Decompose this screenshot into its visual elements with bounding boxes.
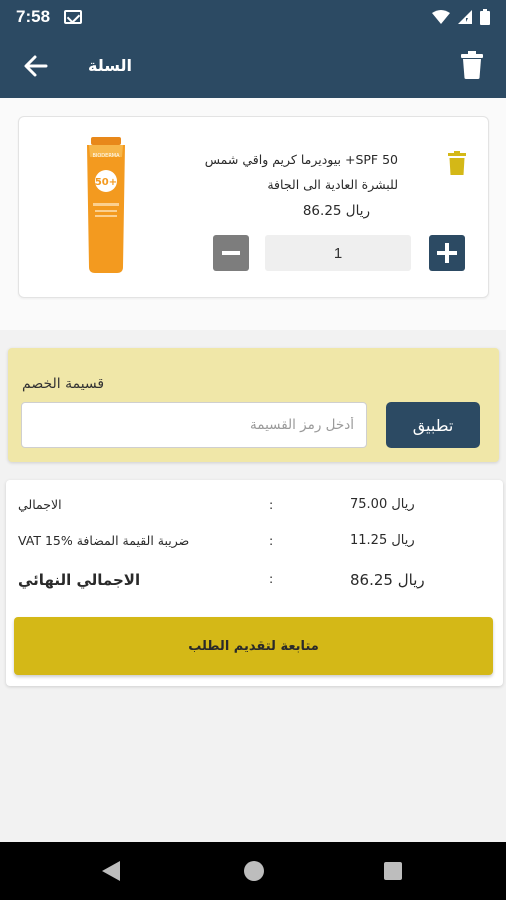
checkout-button[interactable]: متابعة لتقديم الطلب xyxy=(14,617,493,675)
apply-coupon-button[interactable]: تطبيق xyxy=(386,402,480,448)
mail-icon xyxy=(64,10,83,24)
signal-icon xyxy=(458,10,472,24)
svg-text:50+: 50+ xyxy=(95,177,117,188)
totals-card: الاجمالي : ريال 75.00 VAT 15% ضريبة القي… xyxy=(6,480,503,686)
product-name: SPF 50+ بيوديرما كريم واقي شمس للبشرة ال… xyxy=(204,152,398,192)
system-nav-bar xyxy=(0,842,506,900)
trash-icon[interactable] xyxy=(460,51,484,79)
nav-home-icon[interactable] xyxy=(244,861,264,881)
subtotal-value: ريال 75.00 xyxy=(350,497,415,512)
subtotal-row: الاجمالي : ريال 75.00 xyxy=(6,497,503,521)
coupon-input[interactable] xyxy=(21,402,367,448)
quantity-decrease-button[interactable] xyxy=(213,235,249,271)
subtotal-label: الاجمالي xyxy=(18,497,62,512)
sunscreen-tube-image: BIODERMA 50+ xyxy=(87,137,125,273)
coupon-section: قسيمة الخصم تطبيق xyxy=(8,348,499,462)
arrow-left-icon[interactable] xyxy=(22,52,50,80)
coupon-title: قسيمة الخصم xyxy=(22,376,105,392)
status-icons xyxy=(432,9,490,25)
vat-value: ريال 11.25 xyxy=(350,533,415,548)
final-total-colon: : xyxy=(269,571,274,586)
cart-item: BIODERMA 50+ SPF 50+ بيوديرما كريم واقي … xyxy=(18,116,489,298)
trash-icon[interactable] xyxy=(448,151,466,175)
wifi-icon xyxy=(432,10,450,24)
nav-back-icon[interactable] xyxy=(102,861,120,881)
page-title: السلة xyxy=(88,56,133,75)
subtotal-colon: : xyxy=(269,497,274,512)
status-bar: 7:58 xyxy=(0,0,506,34)
product-price: ريال 86.25 xyxy=(302,203,370,219)
status-time: 7:58 xyxy=(16,7,51,26)
quantity-value: 1 xyxy=(265,235,411,271)
vat-row: VAT 15% ضريبة القيمة المضافة : ريال 11.2… xyxy=(6,533,503,557)
vat-colon: : xyxy=(269,533,274,548)
nav-recent-icon[interactable] xyxy=(384,862,402,880)
vat-label: VAT 15% ضريبة القيمة المضافة xyxy=(18,533,190,548)
final-total-value: ريال 86.25 xyxy=(350,571,425,589)
cart-list: BIODERMA 50+ SPF 50+ بيوديرما كريم واقي … xyxy=(0,98,506,330)
quantity-increase-button[interactable] xyxy=(429,235,465,271)
app-bar: السلة xyxy=(0,34,506,98)
minus-icon xyxy=(222,251,240,255)
final-total-row: الاجمالي النهائي : ريال 86.25 xyxy=(6,571,503,595)
battery-icon xyxy=(480,9,490,25)
svg-text:BIODERMA: BIODERMA xyxy=(92,153,120,159)
final-total-label: الاجمالي النهائي xyxy=(18,571,141,589)
